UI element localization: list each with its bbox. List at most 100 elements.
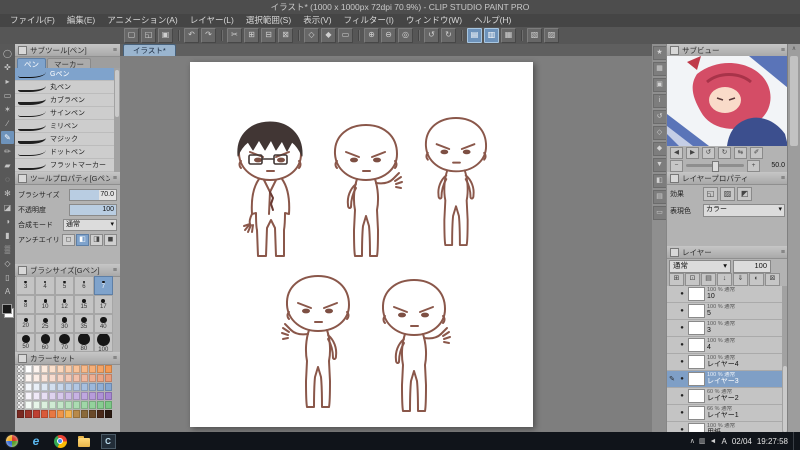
menu-item-1[interactable]: 編集(E) — [61, 14, 101, 27]
network-icon[interactable]: ▥ — [699, 437, 706, 445]
layer-visibility-icon[interactable]: ● — [678, 376, 686, 382]
color-swatch[interactable] — [25, 365, 32, 373]
layer-property-icon[interactable]: ◧ — [652, 174, 667, 188]
color-swatch[interactable] — [25, 383, 32, 391]
zoom-in-icon[interactable]: ⊕ — [364, 28, 379, 43]
selection-border-icon[interactable]: ▭ — [338, 28, 353, 43]
opacity-slider[interactable]: 100 — [69, 203, 117, 216]
border-effect-icon[interactable]: ◱ — [703, 186, 718, 201]
color-swatch[interactable] — [49, 392, 56, 400]
right-dock-scrollbar[interactable]: ∧ — [787, 44, 800, 432]
ime-indicator[interactable]: A — [721, 437, 726, 446]
color-swatch[interactable] — [73, 374, 80, 382]
antialias-option-2[interactable]: ◨ — [90, 233, 103, 246]
chrome-icon[interactable] — [48, 432, 72, 450]
canvas[interactable] — [190, 62, 533, 427]
internet-explorer-icon[interactable]: e — [24, 432, 48, 450]
color-swatch[interactable] — [73, 401, 80, 409]
rotate-left-icon[interactable]: ↺ — [424, 28, 439, 43]
show-grid-icon[interactable]: ▧ — [527, 28, 542, 43]
layer-row[interactable]: ● 100 % 通常 4 — [667, 337, 782, 354]
color-swatch[interactable] — [33, 374, 40, 382]
snap-to-grid-icon[interactable]: ▦ — [501, 28, 516, 43]
brush-tool[interactable]: ▰ — [1, 159, 14, 172]
color-swatch[interactable] — [73, 365, 80, 373]
paste-icon[interactable]: ⊟ — [261, 28, 276, 43]
color-swatch[interactable] — [89, 374, 96, 382]
subtool-item[interactable]: サインペン — [15, 107, 114, 120]
color-swatch[interactable] — [57, 365, 64, 373]
color-swatch[interactable] — [17, 365, 24, 373]
subview-image[interactable] — [667, 56, 788, 146]
panel-menu-icon[interactable]: ≡ — [113, 267, 117, 274]
brush-size-cell[interactable]: 30 — [54, 314, 75, 333]
layer-visibility-icon[interactable]: ● — [678, 393, 686, 399]
invert-selection-icon[interactable]: ◆ — [321, 28, 336, 43]
color-swatch[interactable] — [41, 374, 48, 382]
layer-palette-icon[interactable]: ▤ — [652, 190, 667, 204]
file-explorer-icon[interactable] — [72, 432, 96, 450]
scroll-up-icon[interactable]: ∧ — [788, 44, 800, 54]
antialias-option-1[interactable]: ◧ — [76, 233, 89, 246]
layer-row[interactable]: ● 66 % 通常 レイヤー1 — [667, 405, 782, 422]
pencil-tool[interactable]: ✏ — [1, 145, 14, 158]
color-swatch[interactable] — [105, 365, 112, 373]
text-tool[interactable]: A — [1, 285, 14, 298]
color-swatch[interactable] — [41, 383, 48, 391]
material-color-icon[interactable]: ◇ — [652, 126, 667, 140]
tray-overflow-icon[interactable]: ∧ — [690, 437, 695, 445]
color-swatch[interactable] — [89, 365, 96, 373]
brush-size-cell[interactable]: 6 — [74, 276, 94, 295]
color-swatch[interactable] — [49, 365, 56, 373]
color-swatch[interactable] — [89, 410, 96, 418]
new-vector-layer-icon[interactable]: ⊡ — [685, 273, 700, 286]
move-tool[interactable]: ✜ — [1, 61, 14, 74]
color-swatch[interactable] — [89, 401, 96, 409]
previous-image-icon[interactable]: ◀ — [670, 146, 683, 159]
navigator-icon[interactable]: ▦ — [652, 62, 667, 76]
delete-icon[interactable]: ⊠ — [278, 28, 293, 43]
color-swatch[interactable] — [25, 392, 32, 400]
redo-icon[interactable]: ↷ — [201, 28, 216, 43]
layer-row[interactable]: ● 60 % 通常 レイヤー2 — [667, 388, 782, 405]
brush-size-cell[interactable]: 15 — [74, 295, 94, 314]
color-swatch[interactable] — [49, 401, 56, 409]
menu-item-2[interactable]: アニメーション(A) — [101, 14, 184, 27]
color-swatch[interactable] — [65, 392, 72, 400]
layer-opacity-field[interactable]: 100 — [733, 259, 771, 273]
color-swatch[interactable] — [65, 401, 72, 409]
color-swatch[interactable] — [17, 392, 24, 400]
brush-size-cell[interactable]: 7 — [93, 276, 113, 295]
merge-to-lower-icon[interactable]: ⇓ — [733, 273, 748, 286]
layer-row[interactable]: ● 100 % 通常 5 — [667, 303, 782, 320]
color-swatch[interactable] — [81, 410, 88, 418]
document-tab[interactable]: イラスト* — [123, 44, 176, 56]
undo-icon[interactable]: ↶ — [184, 28, 199, 43]
timeline-icon[interactable]: ▭ — [652, 206, 667, 220]
layer-row[interactable]: ●100 % 通常用紙 — [667, 422, 782, 432]
subtool-item[interactable]: ドットペン — [15, 146, 114, 159]
color-swatch[interactable] — [25, 401, 32, 409]
layer-visibility-icon[interactable]: ● — [678, 325, 686, 331]
color-swatch[interactable] — [17, 374, 24, 382]
color-swatch[interactable] — [57, 410, 64, 418]
color-swatch[interactable] — [25, 410, 32, 418]
brush-size-cell[interactable]: 3 — [16, 276, 36, 295]
brush-size-cell[interactable]: 10 — [35, 295, 55, 314]
rotate-left-icon[interactable]: ↺ — [702, 146, 715, 159]
color-swatch[interactable] — [33, 410, 40, 418]
color-swatch[interactable] — [65, 383, 72, 391]
color-swatch[interactable] — [73, 410, 80, 418]
subtool-item[interactable]: Gペン — [15, 68, 114, 81]
brush-size-cell[interactable]: 80 — [74, 333, 94, 352]
brush-size-cell[interactable]: 70 — [54, 333, 75, 352]
color-swatch[interactable] — [49, 383, 56, 391]
main-color-swatch[interactable] — [1, 304, 12, 314]
cut-icon[interactable]: ✂ — [227, 28, 242, 43]
save-file-icon[interactable]: ▣ — [158, 28, 173, 43]
eyedropper-tool[interactable]: ∕ — [1, 117, 14, 130]
color-swatch[interactable] — [97, 383, 104, 391]
color-swatch[interactable] — [41, 392, 48, 400]
color-swatch[interactable] — [81, 392, 88, 400]
copy-icon[interactable]: ⊞ — [244, 28, 259, 43]
